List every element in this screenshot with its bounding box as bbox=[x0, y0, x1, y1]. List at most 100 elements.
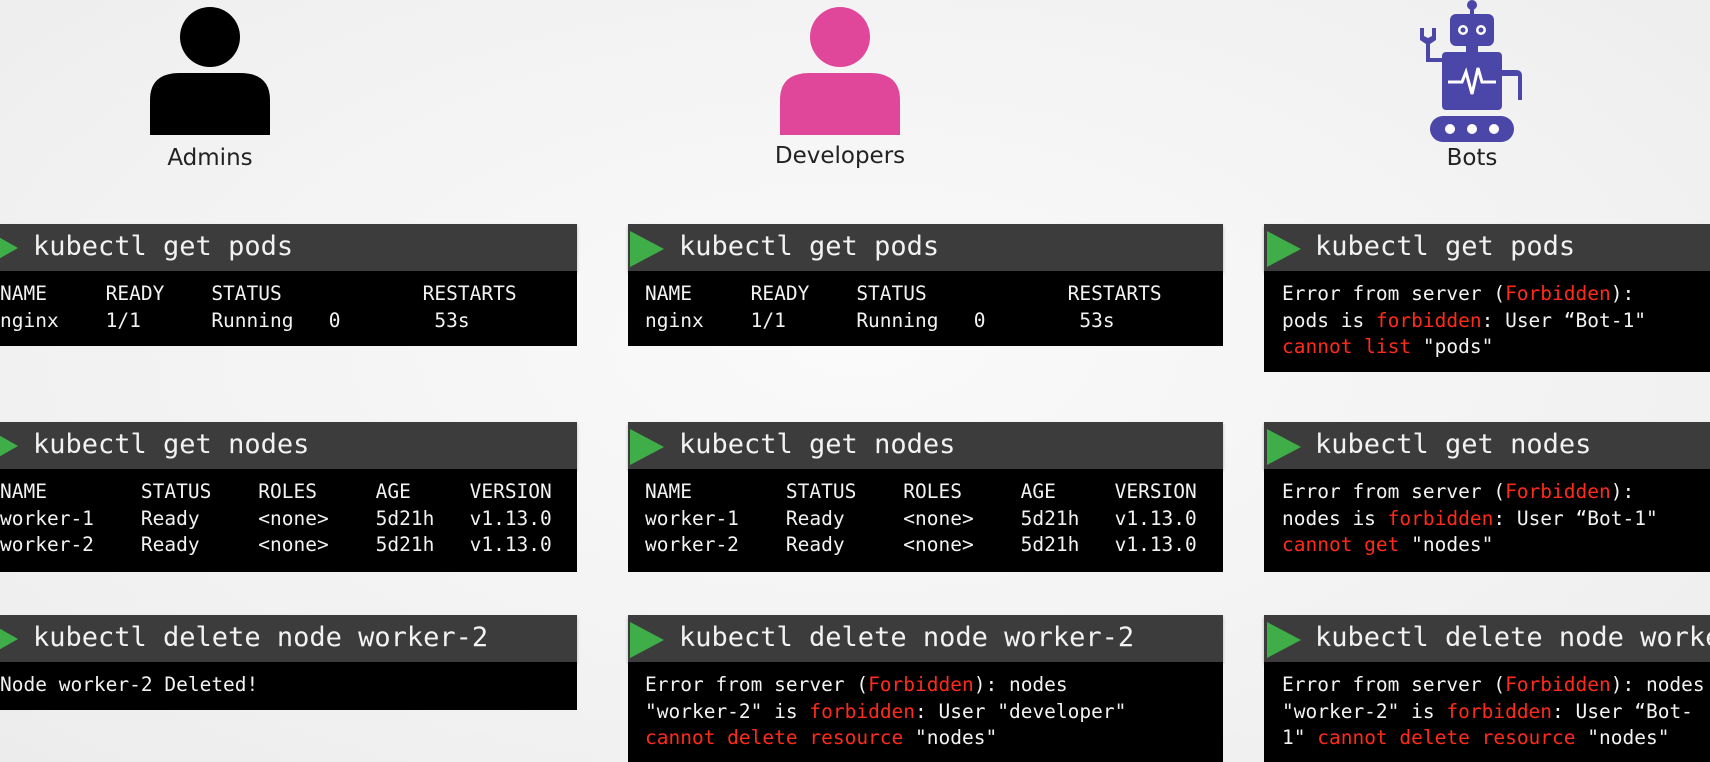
error-keyword: forbidden bbox=[1375, 308, 1482, 332]
output-header-row: NAME READY STATUS RESTARTS bbox=[645, 282, 1162, 305]
bots-label: Bots bbox=[1446, 145, 1498, 171]
play-icon bbox=[630, 429, 664, 465]
error-keyword: cannot get bbox=[1282, 533, 1400, 556]
terminal-header: kubectl delete node worker-2 bbox=[0, 615, 577, 662]
terminal-output: Error from server (Forbidden): nodes is f… bbox=[1264, 469, 1710, 572]
play-icon bbox=[0, 237, 18, 259]
error-line: "worker-2" is forbidden: User "developer… bbox=[645, 699, 1126, 726]
play-icon bbox=[1267, 622, 1301, 658]
command-text: kubectl get nodes bbox=[679, 429, 956, 460]
error-line: cannot get "nodes" bbox=[1282, 532, 1658, 559]
error-text: : User “Bot-1" bbox=[1481, 308, 1646, 332]
error-text: "nodes" bbox=[903, 726, 998, 749]
admins-persona: Admins bbox=[130, 5, 290, 171]
play-icon bbox=[0, 435, 18, 457]
error-line: Error from server (Forbidden): bbox=[1282, 281, 1646, 308]
error-text: : User “Bot-1" bbox=[1493, 506, 1658, 530]
error-text: : User "developer" bbox=[915, 699, 1127, 723]
error-keyword: cannot list bbox=[1282, 335, 1412, 358]
error-text: "pods" bbox=[1411, 335, 1494, 358]
error-text: "worker-2" is bbox=[645, 699, 810, 723]
error-line: cannot list "pods" bbox=[1282, 334, 1646, 361]
developers-get-nodes-terminal: kubectl get nodes NAME STATUS ROLES AGE … bbox=[628, 422, 1223, 572]
user-icon bbox=[150, 7, 270, 135]
error-line: "worker-2" is forbidden: User “Bot- bbox=[1282, 699, 1705, 726]
terminal-output: NAME STATUS ROLES AGE VERSION worker-1 Re… bbox=[0, 469, 577, 572]
error-text: ): bbox=[1610, 480, 1635, 503]
play-icon bbox=[630, 231, 664, 267]
developers-persona: Developers bbox=[760, 5, 920, 169]
terminal-header: kubectl get pods bbox=[628, 224, 1223, 271]
error-text: "nodes" bbox=[1399, 533, 1494, 556]
play-icon bbox=[0, 628, 18, 650]
output-row: nginx 1/1 Running 0 53s bbox=[645, 308, 1115, 332]
command-text: kubectl get pods bbox=[679, 231, 940, 262]
terminal-header: kubectl get pods bbox=[0, 224, 577, 271]
error-line: pods is forbidden: User “Bot-1" bbox=[1282, 308, 1646, 335]
error-keyword: Forbidden bbox=[1505, 480, 1611, 503]
error-text: Error from server ( bbox=[1282, 480, 1506, 503]
output-row: Node worker-2 Deleted! bbox=[0, 673, 259, 696]
error-keyword: cannot delete resource bbox=[645, 726, 904, 749]
error-line: 1" cannot delete resource "nodes" bbox=[1282, 725, 1705, 752]
output-header-row: NAME STATUS ROLES AGE VERSION bbox=[0, 480, 552, 503]
error-keyword: forbidden bbox=[1446, 699, 1553, 723]
command-text: kubectl get pods bbox=[33, 231, 294, 262]
output-header-row: NAME STATUS ROLES AGE VERSION bbox=[645, 480, 1197, 503]
developers-label: Developers bbox=[774, 143, 906, 169]
developers-get-pods-terminal: kubectl get pods NAME READY STATUS RESTA… bbox=[628, 224, 1223, 346]
terminal-header: kubectl get nodes bbox=[1264, 422, 1710, 469]
terminal-output: NAME STATUS ROLES AGE VERSION worker-1 Re… bbox=[628, 469, 1223, 572]
terminal-header: kubectl get pods bbox=[1264, 224, 1710, 271]
terminal-header: kubectl delete node worker-2 bbox=[628, 615, 1223, 662]
admins-delete-node-terminal: kubectl delete node worker-2 Node worker… bbox=[0, 615, 577, 710]
error-keyword: Forbidden bbox=[1505, 673, 1611, 696]
terminal-output: Error from server (Forbidden): pods is fo… bbox=[1264, 271, 1710, 372]
robot-icon bbox=[1420, 0, 1522, 142]
command-text: kubectl delete node worker-2 bbox=[33, 622, 489, 653]
admins-label: Admins bbox=[167, 145, 253, 171]
output-row: nginx 1/1 Running 0 53s bbox=[0, 308, 470, 332]
admins-get-pods-terminal: kubectl get pods NAME READY STATUS RESTA… bbox=[0, 224, 577, 346]
error-keyword: forbidden bbox=[809, 699, 916, 723]
error-keyword: cannot delete resource bbox=[1317, 726, 1576, 749]
error-line: nodes is forbidden: User “Bot-1" bbox=[1282, 506, 1658, 533]
command-text: kubectl get nodes bbox=[1315, 429, 1592, 460]
error-text: Error from server ( bbox=[1282, 673, 1506, 696]
bots-persona: Bots bbox=[1392, 0, 1552, 171]
error-text: ): nodes bbox=[973, 673, 1068, 696]
error-text: ): bbox=[1610, 282, 1635, 305]
admins-get-nodes-terminal: kubectl get nodes NAME STATUS ROLES AGE … bbox=[0, 422, 577, 572]
command-text: kubectl delete node worker-2 bbox=[679, 622, 1135, 653]
error-keyword: Forbidden bbox=[1505, 282, 1611, 305]
output-row: worker-2 Ready <none> 5d21h v1.13.0 bbox=[645, 533, 1197, 556]
command-text: kubectl get pods bbox=[1315, 231, 1576, 262]
command-text: kubectl delete node worker-2 bbox=[1315, 622, 1710, 653]
error-text: Error from server ( bbox=[645, 673, 869, 696]
terminal-output: NAME READY STATUS RESTARTS nginx 1/1 Runn… bbox=[0, 271, 577, 346]
error-line: cannot delete resource "nodes" bbox=[645, 725, 1126, 752]
error-text: Error from server ( bbox=[1282, 282, 1506, 305]
terminal-output: NAME READY STATUS RESTARTS nginx 1/1 Runn… bbox=[628, 271, 1223, 346]
output-row: worker-2 Ready <none> 5d21h v1.13.0 bbox=[0, 533, 552, 556]
bots-get-pods-terminal: kubectl get pods Error from server (Forb… bbox=[1264, 224, 1710, 372]
bots-delete-node-terminal: kubectl delete node worker-2 Error from … bbox=[1264, 615, 1710, 762]
developers-delete-node-terminal: kubectl delete node worker-2 Error from … bbox=[628, 615, 1223, 762]
output-row: worker-1 Ready <none> 5d21h v1.13.0 bbox=[645, 506, 1197, 530]
error-text: "worker-2" is bbox=[1282, 699, 1447, 723]
play-icon bbox=[1267, 429, 1301, 465]
command-text: kubectl get nodes bbox=[33, 429, 310, 460]
bots-get-nodes-terminal: kubectl get nodes Error from server (For… bbox=[1264, 422, 1710, 572]
error-text: ): nodes bbox=[1610, 673, 1705, 696]
terminal-header: kubectl get nodes bbox=[628, 422, 1223, 469]
error-text: nodes is bbox=[1282, 506, 1388, 530]
terminal-output: Error from server (Forbidden): nodes "wor… bbox=[628, 662, 1223, 762]
error-keyword: forbidden bbox=[1387, 506, 1494, 530]
user-icon bbox=[780, 7, 900, 135]
output-row: worker-1 Ready <none> 5d21h v1.13.0 bbox=[0, 506, 552, 530]
error-line: Error from server (Forbidden): bbox=[1282, 479, 1658, 506]
error-text: pods is bbox=[1282, 308, 1376, 332]
terminal-output: Node worker-2 Deleted! bbox=[0, 662, 577, 710]
error-line: Error from server (Forbidden): nodes bbox=[645, 672, 1126, 699]
error-line: Error from server (Forbidden): nodes bbox=[1282, 672, 1705, 699]
